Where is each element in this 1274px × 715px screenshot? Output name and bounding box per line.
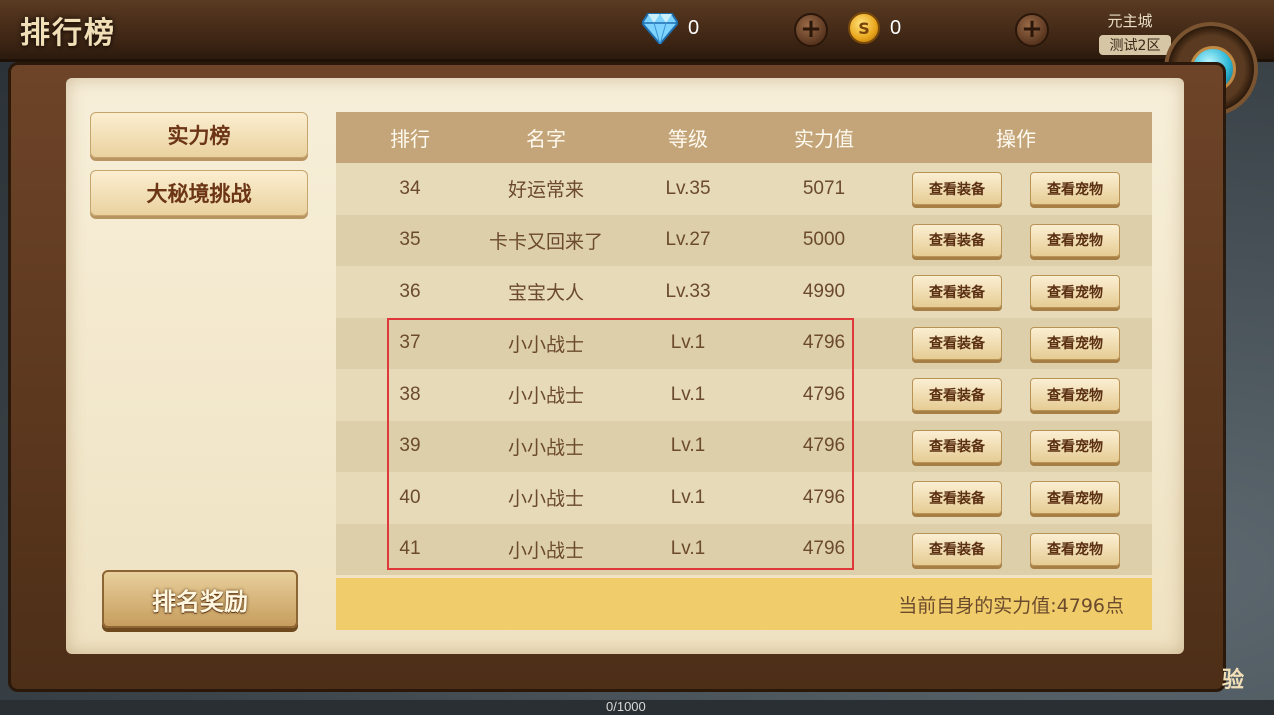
cell-rank: 39 <box>399 435 421 457</box>
add-diamond-button[interactable]: + <box>794 13 828 47</box>
page-title: 排行榜 <box>20 16 116 51</box>
view-pet-button[interactable]: 查看宠物 <box>1030 532 1120 566</box>
cell-actions: 查看装备 查看宠物 <box>880 481 1152 515</box>
cell-name: 小小战士 <box>507 488 584 511</box>
cell-level: Lv.35 <box>665 177 711 199</box>
cell-name: 小小战士 <box>507 539 584 562</box>
top-bar: 排行榜 0 + S 0 + 元主城 测试2区 <box>0 0 1274 62</box>
cell-level: Lv.1 <box>670 486 706 508</box>
cell-actions: 查看装备 查看宠物 <box>880 429 1152 463</box>
view-equipment-button[interactable]: 查看装备 <box>912 172 1002 206</box>
view-equipment-button[interactable]: 查看装备 <box>912 481 1002 515</box>
ranking-table: 排行 名字 等级 实力值 操作 34 好运常来 Lv.35 5071 查看装备 … <box>336 112 1152 575</box>
cell-power: 4796 <box>802 435 846 457</box>
rank-reward-button[interactable]: 排名奖励 <box>102 570 298 628</box>
table-header: 排行 名字 等级 实力值 操作 <box>336 112 1152 163</box>
cell-name: 小小战士 <box>507 385 584 408</box>
cell-rank: 37 <box>399 332 421 354</box>
table-body: 34 好运常来 Lv.35 5071 查看装备 查看宠物 35 卡卡又回来了 L… <box>336 163 1152 575</box>
cell-level: Lv.1 <box>670 435 706 457</box>
cell-rank: 34 <box>399 177 421 199</box>
diamond-icon <box>640 12 680 46</box>
cell-rank: 40 <box>399 486 421 508</box>
table-row: 40 小小战士 Lv.1 4796 查看装备 查看宠物 <box>336 472 1152 524</box>
coin-count: 0 <box>890 16 902 39</box>
diamond-count: 0 <box>688 16 700 39</box>
view-pet-button[interactable]: 查看宠物 <box>1030 275 1120 309</box>
cell-rank: 36 <box>399 280 421 302</box>
cell-actions: 查看装备 查看宠物 <box>880 223 1152 257</box>
cell-power: 4990 <box>802 280 846 302</box>
tab-power-ranking[interactable]: 实力榜 <box>90 112 308 158</box>
header-power: 实力值 <box>794 127 854 151</box>
cell-actions: 查看装备 查看宠物 <box>880 172 1152 206</box>
cell-name: 宝宝大人 <box>507 282 584 305</box>
cell-power: 5071 <box>802 177 846 199</box>
table-row: 41 小小战士 Lv.1 4796 查看装备 查看宠物 <box>336 523 1152 575</box>
table-row: 39 小小战士 Lv.1 4796 查看装备 查看宠物 <box>336 420 1152 472</box>
cell-level: Lv.1 <box>670 538 706 560</box>
header-rank: 排行 <box>390 127 430 151</box>
view-equipment-button[interactable]: 查看装备 <box>912 275 1002 309</box>
cell-rank: 35 <box>399 229 421 251</box>
cell-power: 4796 <box>802 538 846 560</box>
diamond-currency: 0 <box>640 10 700 46</box>
view-equipment-button[interactable]: 查看装备 <box>912 429 1002 463</box>
cell-name: 好运常来 <box>507 179 584 202</box>
cell-level: Lv.1 <box>670 332 706 354</box>
edge-button-label[interactable]: 验 <box>1222 662 1244 694</box>
cell-actions: 查看装备 查看宠物 <box>880 532 1152 566</box>
view-equipment-button[interactable]: 查看装备 <box>912 532 1002 566</box>
view-pet-button[interactable]: 查看宠物 <box>1030 223 1120 257</box>
header-action: 操作 <box>996 127 1036 151</box>
view-pet-button[interactable]: 查看宠物 <box>1030 378 1120 412</box>
cell-name: 小小战士 <box>507 436 584 459</box>
cell-power: 5000 <box>802 229 846 251</box>
cell-actions: 查看装备 查看宠物 <box>880 275 1152 309</box>
view-equipment-button[interactable]: 查看装备 <box>912 326 1002 360</box>
header-name: 名字 <box>526 127 566 151</box>
cell-level: Lv.1 <box>670 383 706 405</box>
coin-icon: S <box>848 12 880 44</box>
table-row: 37 小小战士 Lv.1 4796 查看装备 查看宠物 <box>336 317 1152 369</box>
view-pet-button[interactable]: 查看宠物 <box>1030 429 1120 463</box>
coin-currency: S 0 <box>848 10 901 46</box>
view-pet-button[interactable]: 查看宠物 <box>1030 481 1120 515</box>
server-city-label: 元主城 <box>1107 12 1153 30</box>
cell-rank: 41 <box>399 538 421 560</box>
table-row: 34 好运常来 Lv.35 5071 查看装备 查看宠物 <box>336 163 1152 215</box>
table-row: 36 宝宝大人 Lv.33 4990 查看装备 查看宠物 <box>336 266 1152 318</box>
cell-level: Lv.33 <box>665 280 711 302</box>
view-equipment-button[interactable]: 查看装备 <box>912 378 1002 412</box>
header-level: 等级 <box>668 127 708 151</box>
cell-actions: 查看装备 查看宠物 <box>880 378 1152 412</box>
self-power-bar: 当前自身的实力值:4796点 <box>336 578 1152 630</box>
self-power-text: 当前自身的实力值:4796点 <box>898 594 1124 617</box>
view-equipment-button[interactable]: 查看装备 <box>912 223 1002 257</box>
view-pet-button[interactable]: 查看宠物 <box>1030 172 1120 206</box>
cell-name: 卡卡又回来了 <box>488 230 603 253</box>
cell-power: 4796 <box>802 332 846 354</box>
table-row: 35 卡卡又回来了 Lv.27 5000 查看装备 查看宠物 <box>336 214 1152 266</box>
cell-level: Lv.27 <box>665 229 711 251</box>
view-pet-button[interactable]: 查看宠物 <box>1030 326 1120 360</box>
cell-name: 小小战士 <box>507 333 584 356</box>
cell-power: 4796 <box>802 486 846 508</box>
ranking-panel: 实力榜 大秘境挑战 排名奖励 排行 名字 等级 实力值 操作 34 好运常来 L… <box>66 78 1184 654</box>
cell-rank: 38 <box>399 383 421 405</box>
table-row: 38 小小战士 Lv.1 4796 查看装备 查看宠物 <box>336 369 1152 421</box>
cell-power: 4796 <box>802 383 846 405</box>
server-zone-label: 测试2区 <box>1099 35 1171 55</box>
add-coin-button[interactable]: + <box>1015 13 1049 47</box>
cell-actions: 查看装备 查看宠物 <box>880 326 1152 360</box>
tab-secret-realm-challenge[interactable]: 大秘境挑战 <box>90 170 308 216</box>
progress-text: 0/1000 <box>606 699 646 714</box>
